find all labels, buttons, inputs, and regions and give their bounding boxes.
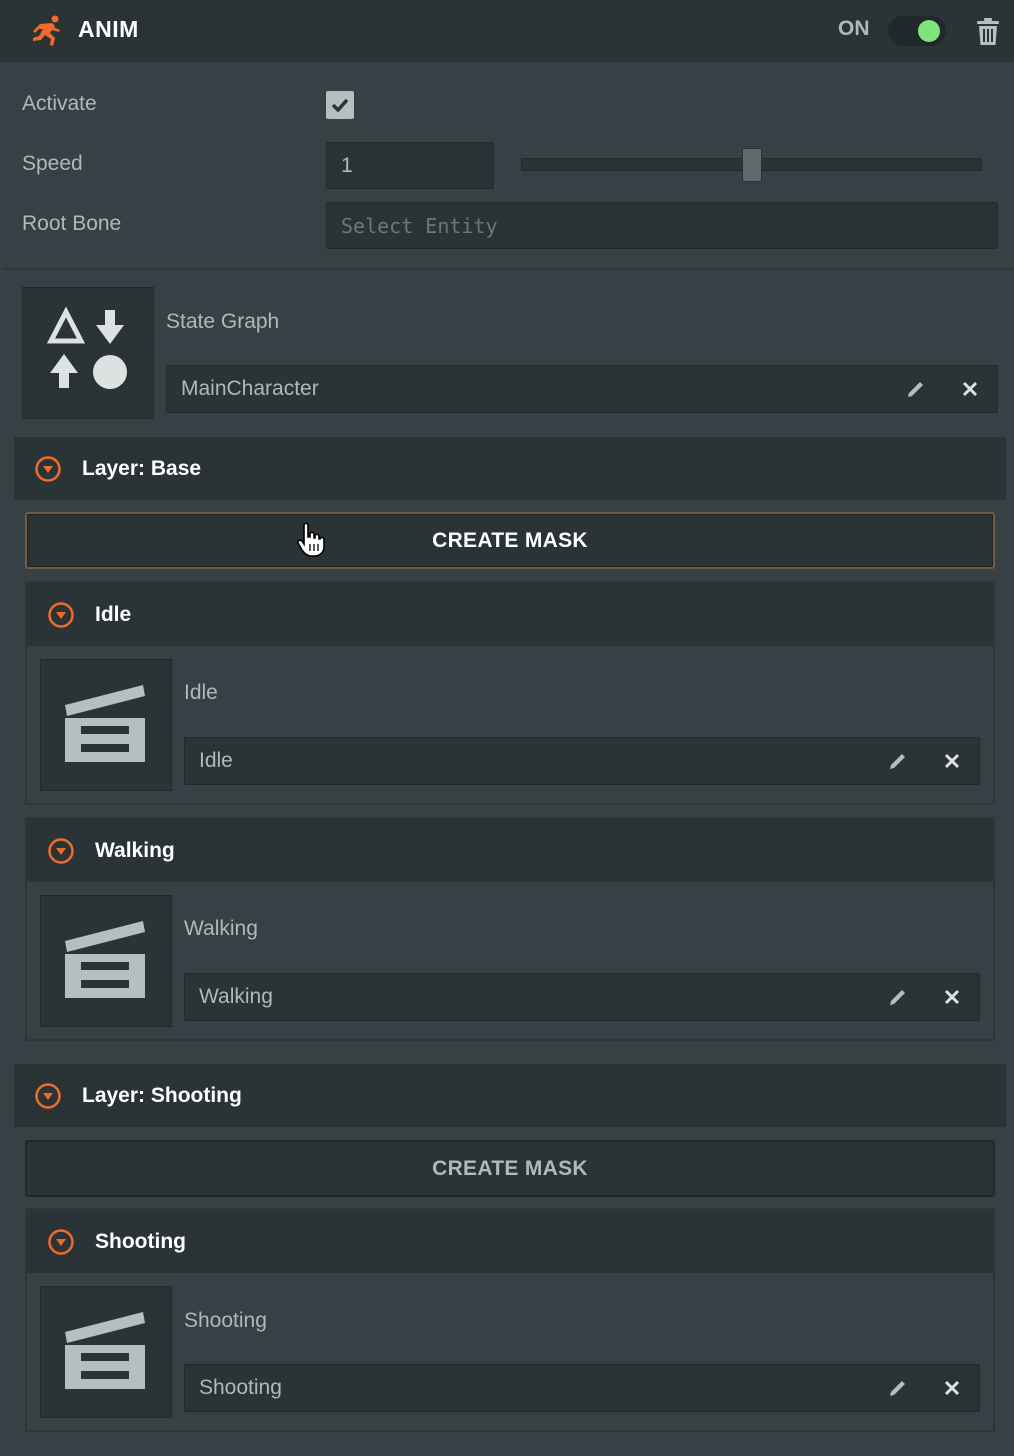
layer-base-title: Layer: Base (82, 457, 201, 481)
speed-label: Speed (22, 152, 83, 176)
root-bone-entity-picker[interactable]: Select Entity (326, 202, 998, 249)
chevron-down-icon[interactable] (47, 1228, 75, 1256)
toggle-knob (918, 20, 940, 42)
state-idle-header[interactable]: Idle (27, 583, 993, 646)
component-title: ANIM (78, 16, 139, 43)
enabled-toggle[interactable] (888, 16, 946, 46)
clear-icon[interactable] (961, 380, 979, 398)
edit-pencil-icon[interactable] (905, 378, 927, 400)
state-walking-asset-label: Walking (184, 917, 258, 941)
state-graph-thumbnail[interactable] (22, 287, 154, 419)
create-mask-label: CREATE MASK (27, 529, 993, 553)
chevron-down-icon[interactable] (47, 601, 75, 629)
state-shooting-header[interactable]: Shooting (27, 1210, 993, 1273)
state-graph-label: State Graph (166, 310, 279, 334)
state-graph-asset-field[interactable]: MainCharacter (166, 365, 998, 413)
root-bone-label: Root Bone (22, 212, 121, 236)
clapperboard-icon (41, 1287, 173, 1419)
animation-clip-thumbnail[interactable] (40, 895, 172, 1027)
state-walking-title: Walking (95, 839, 175, 863)
state-shooting-asset-field[interactable]: Shooting (184, 1364, 980, 1412)
speed-value: 1 (341, 154, 353, 178)
state-shooting-asset-label: Shooting (184, 1309, 267, 1333)
activate-label: Activate (22, 92, 97, 116)
layer-shooting-header[interactable]: Layer: Shooting (14, 1064, 1006, 1127)
state-walking-asset-value: Walking (199, 985, 273, 1009)
section-divider (3, 268, 1014, 270)
create-mask-label: CREATE MASK (27, 1157, 993, 1181)
chevron-down-icon[interactable] (47, 837, 75, 865)
clear-icon[interactable] (943, 988, 961, 1006)
activate-checkbox[interactable] (326, 91, 354, 119)
speed-input[interactable]: 1 (326, 142, 494, 189)
layer-shooting-title: Layer: Shooting (82, 1084, 242, 1108)
layer-base-header[interactable]: Layer: Base (14, 437, 1006, 500)
state-idle-asset-value: Idle (199, 749, 233, 773)
animation-clip-thumbnail[interactable] (40, 1286, 172, 1418)
state-shooting-title: Shooting (95, 1230, 186, 1254)
state-idle-asset-label: Idle (184, 681, 218, 705)
chevron-down-icon[interactable] (34, 1082, 62, 1110)
running-man-icon (28, 14, 64, 48)
create-mask-button-shooting[interactable]: CREATE MASK (25, 1140, 995, 1197)
state-idle-title: Idle (95, 603, 131, 627)
edit-pencil-icon[interactable] (887, 1377, 909, 1399)
shapes-icon (23, 288, 155, 420)
clapperboard-icon (41, 896, 173, 1028)
clear-icon[interactable] (943, 1379, 961, 1397)
state-walking-asset-field[interactable]: Walking (184, 973, 980, 1021)
create-mask-button-base[interactable]: CREATE MASK (25, 512, 995, 569)
component-header: ANIM ON (0, 0, 1014, 62)
root-bone-placeholder: Select Entity (341, 214, 498, 238)
edit-pencil-icon[interactable] (887, 750, 909, 772)
chevron-down-icon[interactable] (34, 455, 62, 483)
trash-icon[interactable] (976, 18, 1000, 46)
edit-pencil-icon[interactable] (887, 986, 909, 1008)
checkmark-icon (329, 94, 351, 116)
speed-slider-handle[interactable] (742, 148, 762, 182)
state-walking-header[interactable]: Walking (27, 819, 993, 882)
clear-icon[interactable] (943, 752, 961, 770)
state-graph-value: MainCharacter (181, 377, 319, 401)
animation-clip-thumbnail[interactable] (40, 659, 172, 791)
hand-cursor-icon (296, 522, 326, 558)
clapperboard-icon (41, 660, 173, 792)
state-idle-asset-field[interactable]: Idle (184, 737, 980, 785)
state-shooting-asset-value: Shooting (199, 1376, 282, 1400)
enabled-label: ON (838, 17, 870, 41)
